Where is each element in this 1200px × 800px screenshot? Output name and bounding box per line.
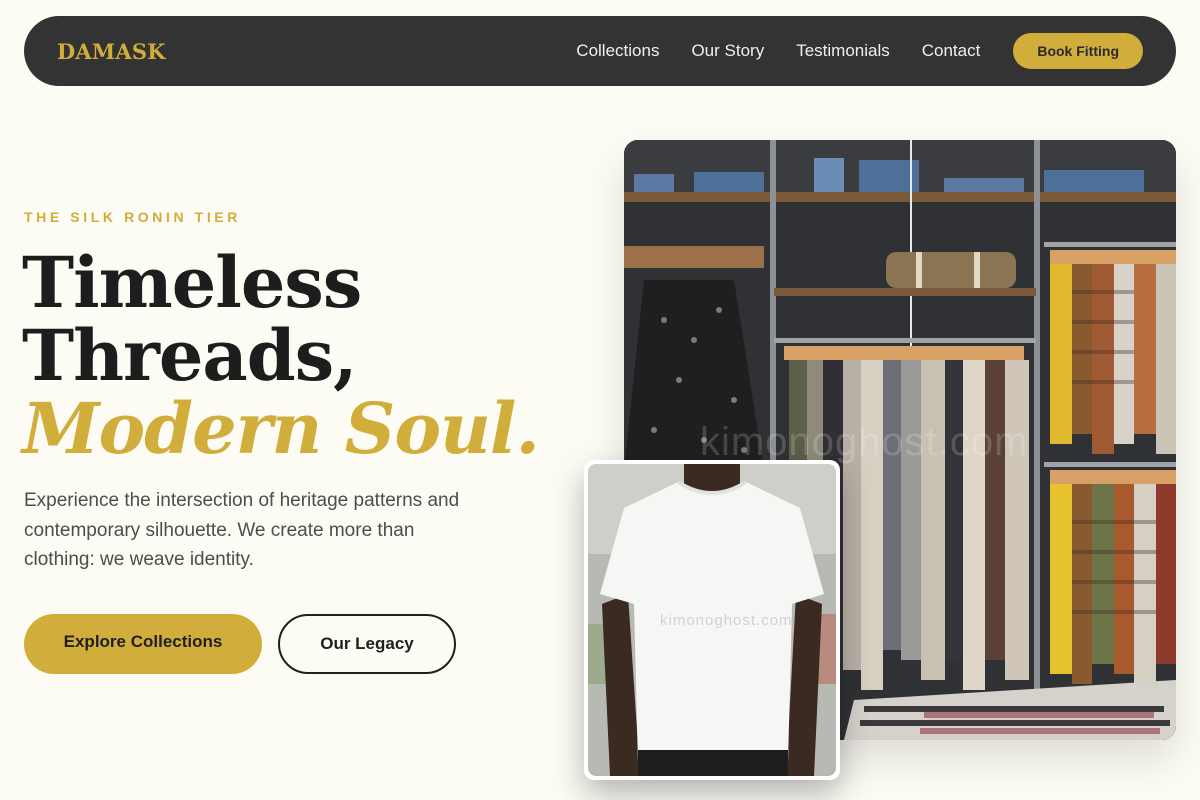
hero-description: Experience the intersection of heritage …: [24, 490, 460, 570]
nav-link-testimonials[interactable]: Testimonials: [796, 41, 890, 61]
photo-watermark: kimonoghost.com: [700, 420, 1029, 464]
hero-eyebrow: THE SILK RONIN TIER: [24, 209, 241, 225]
tshirt-watermark: kimonoghost.com: [660, 612, 793, 629]
book-fitting-button[interactable]: Book Fitting: [1013, 33, 1143, 69]
explore-collections-button[interactable]: Explore Collections: [24, 614, 262, 674]
headline-line-2: Threads,: [22, 314, 357, 397]
nav-link-contact[interactable]: Contact: [922, 41, 981, 61]
nav-link-collections[interactable]: Collections: [576, 41, 659, 61]
nav-links: Collections Our Story Testimonials Conta…: [576, 33, 1143, 69]
hero-headline: Timeless Threads, Modern Soul.: [22, 241, 540, 470]
headline-line-1: Timeless: [22, 241, 362, 324]
top-nav: DAMASK Collections Our Story Testimonial…: [24, 16, 1176, 86]
brand-logo[interactable]: DAMASK: [57, 39, 166, 64]
nav-link-our-story[interactable]: Our Story: [691, 41, 764, 61]
our-legacy-button[interactable]: Our Legacy: [278, 614, 456, 674]
headline-accent: Modern Soul.: [22, 387, 540, 470]
